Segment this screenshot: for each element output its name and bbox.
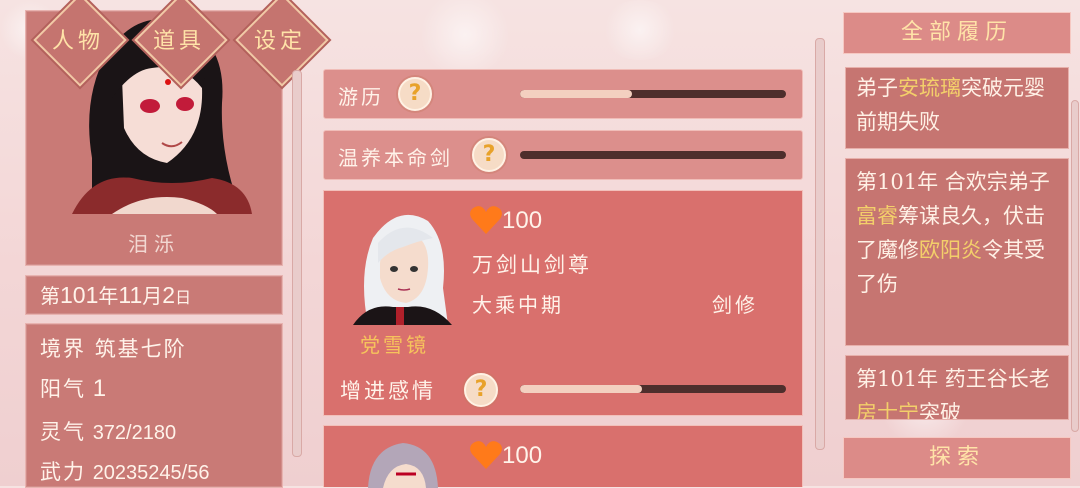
sword-progress-bar [520,151,786,159]
tab-items[interactable]: 道具 [139,23,219,55]
heart-icon [470,206,502,234]
tab-character[interactable]: 人物 [38,23,118,55]
yang-row: 阳气 1 [40,373,106,403]
history-title[interactable]: 全部履历 [843,12,1071,54]
history-entry: 第101年 合欢宗弟子富睿筹谋良久，伏击了魔修欧阳炎令其受了伤 [845,158,1069,346]
date-display: 第101年11月2日 [40,282,192,308]
npc-portrait[interactable] [348,203,452,325]
help-icon[interactable]: ? [464,373,498,407]
force-value: 20235245/56 [92,462,210,484]
help-icon[interactable]: ? [472,138,506,172]
history-scrollbar[interactable] [1071,100,1079,432]
npc-action-label: 增进感情 [340,379,436,403]
explore-button[interactable]: 探索 [843,437,1071,479]
action-label-sword: 温养本命剑 [338,146,453,170]
force-label: 武力 [40,460,86,484]
travel-progress-fill [520,90,632,98]
npc-title: 万剑山剑尊 [472,253,592,277]
left-scrollbar[interactable] [292,70,302,457]
npc-relation: 剑修 [712,293,758,317]
realm-label: 境界 [40,337,86,361]
history-entry: 第101年 药王谷长老房士宁突破 [845,355,1069,420]
realm-value: 筑基七阶 [94,337,187,361]
action-row-sword[interactable]: 温养本命剑 ? [323,130,803,180]
action-label-travel: 游历 [338,85,384,109]
npc-realm: 大乘中期 [472,293,564,317]
tab-settings[interactable]: 设定 [240,23,320,55]
npc-affection: 100 [502,207,543,234]
action-row-travel[interactable]: 游历 ? [323,69,803,119]
spirit-row: 灵气 372/2180 [40,416,176,446]
spirit-value: 372/2180 [92,422,177,444]
character-name: 泪泺 [128,232,180,256]
npc-card[interactable]: 100 [323,425,803,488]
yang-label: 阳气 [40,377,86,401]
npc-affection: 100 [502,442,543,469]
npc-portrait[interactable] [348,438,452,488]
npc-card[interactable]: 党雪镜 100 万剑山剑尊 大乘中期 剑修 增进感情 ? [323,190,803,416]
spirit-label: 灵气 [40,420,86,444]
npc-affection-fill [520,385,643,393]
center-scrollbar[interactable] [815,38,825,450]
travel-progress-bar [520,90,786,98]
help-icon[interactable]: ? [398,77,432,111]
force-row: 武力 20235245/56 [40,456,209,486]
heart-icon [470,441,502,469]
npc-name: 党雪镜 [360,333,429,357]
realm-row: 境界 筑基七阶 [40,333,187,363]
history-entry: 弟子安琉璃突破元婴前期失败 [845,67,1069,149]
npc-affection-bar [520,385,786,393]
yang-value: 1 [92,375,107,402]
